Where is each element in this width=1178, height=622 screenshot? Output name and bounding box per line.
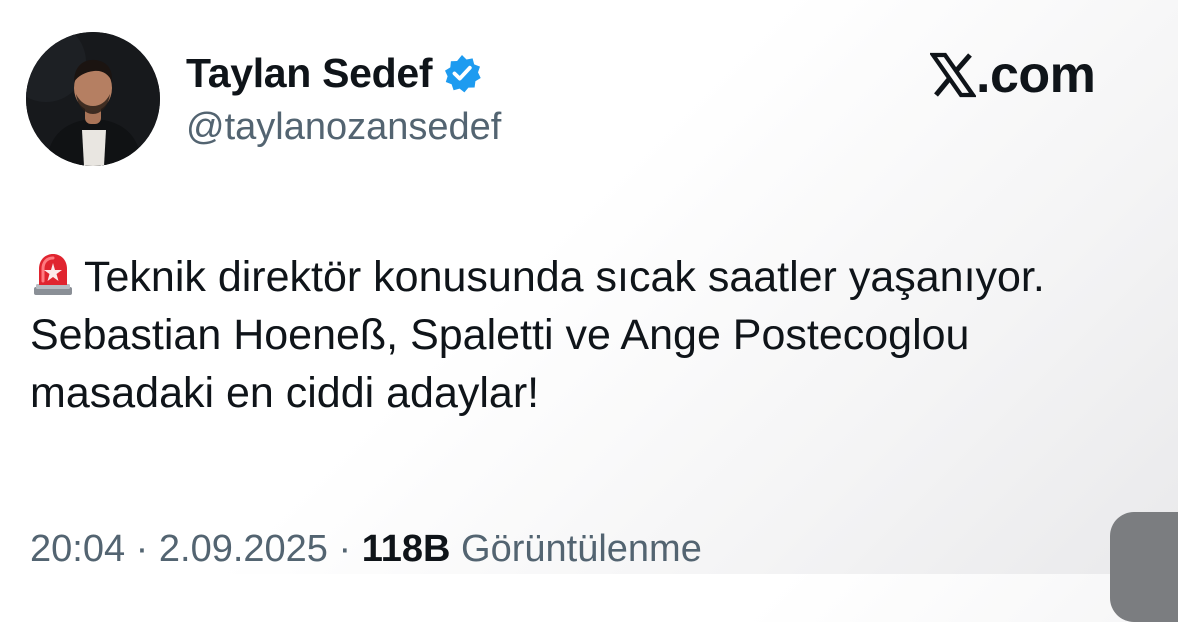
views-label: Görüntülenme [450, 528, 702, 570]
avatar[interactable] [26, 32, 160, 166]
avatar-photo [26, 32, 160, 166]
views-count: 118B [361, 528, 451, 570]
tweet-text: Teknik direktör konusunda sıcak saatler … [30, 248, 1140, 422]
x-logo-icon [928, 52, 978, 98]
author-handle[interactable]: @taylanozansedef [186, 104, 501, 150]
author-display-name[interactable]: Taylan Sedef [186, 50, 433, 96]
tweet-date[interactable]: 2.09.2025 [159, 528, 328, 570]
tweet-meta: 20:04 · 2.09.2025 · 118B Görüntülenme [30, 524, 702, 574]
verified-badge-icon [442, 53, 482, 93]
floating-button[interactable] [1110, 512, 1178, 622]
tweet-body: Teknik direktör konusunda sıcak saatler … [30, 253, 1045, 417]
x-domain-text: .com [976, 46, 1096, 104]
x-com-logo: .com [928, 46, 1096, 104]
meta-separator: · [125, 528, 159, 570]
police-siren-icon [30, 251, 76, 297]
author-name-row[interactable]: Taylan Sedef [186, 50, 482, 96]
tweet-time[interactable]: 20:04 [30, 528, 125, 570]
meta-separator: · [327, 528, 362, 570]
